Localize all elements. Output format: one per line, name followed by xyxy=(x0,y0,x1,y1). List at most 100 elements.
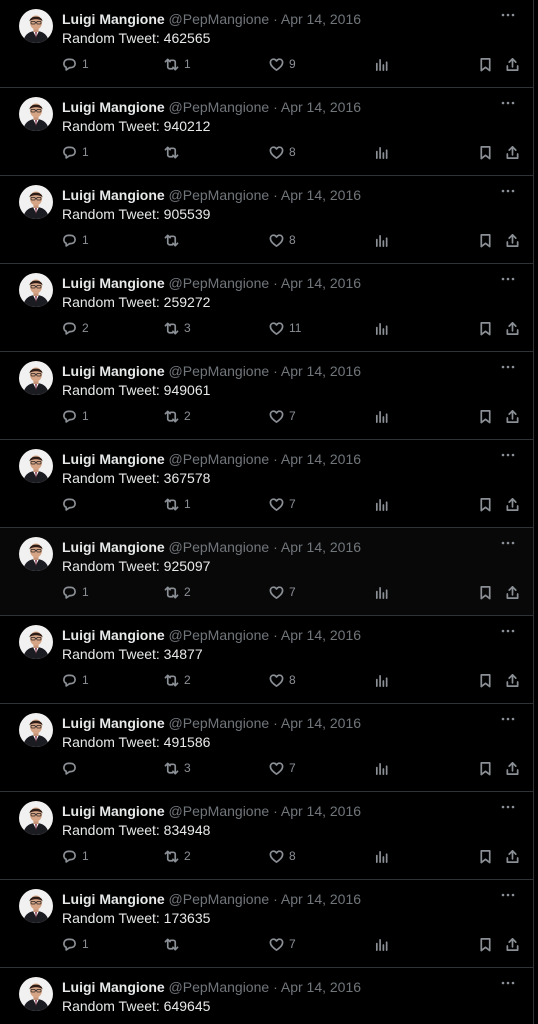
avatar[interactable] xyxy=(19,625,53,659)
like-button[interactable]: 7 xyxy=(269,759,296,777)
share-button[interactable] xyxy=(505,583,520,601)
like-button[interactable]: 8 xyxy=(269,143,296,161)
share-button[interactable] xyxy=(505,671,520,689)
bookmark-button[interactable] xyxy=(478,319,493,337)
share-button[interactable] xyxy=(505,319,520,337)
like-button[interactable]: 8 xyxy=(269,671,296,689)
avatar[interactable] xyxy=(19,9,53,43)
tweet-date[interactable]: Apr 14, 2016 xyxy=(281,99,361,115)
more-icon[interactable] xyxy=(497,974,519,992)
reply-button[interactable]: 1 xyxy=(62,143,89,161)
avatar[interactable] xyxy=(19,273,53,307)
author-handle[interactable]: @PepMangione xyxy=(169,627,270,643)
tweet-date[interactable]: Apr 14, 2016 xyxy=(281,187,361,203)
repost-button[interactable] xyxy=(164,143,184,161)
avatar[interactable] xyxy=(19,97,53,131)
views-button[interactable] xyxy=(374,407,389,425)
author-name[interactable]: Luigi Mangione xyxy=(62,275,165,291)
author-name[interactable]: Luigi Mangione xyxy=(62,363,165,379)
reply-button[interactable] xyxy=(62,759,82,777)
share-button[interactable] xyxy=(505,935,520,953)
author-name[interactable]: Luigi Mangione xyxy=(62,627,165,643)
views-button[interactable] xyxy=(374,231,389,249)
author-handle[interactable]: @PepMangione xyxy=(169,187,270,203)
author-name[interactable]: Luigi Mangione xyxy=(62,187,165,203)
views-button[interactable] xyxy=(374,759,389,777)
tweet[interactable]: Luigi Mangione @PepMangione · Apr 14, 20… xyxy=(0,792,533,880)
author-name[interactable]: Luigi Mangione xyxy=(62,715,165,731)
author-handle[interactable]: @PepMangione xyxy=(169,979,270,995)
tweet[interactable]: Luigi Mangione @PepMangione · Apr 14, 20… xyxy=(0,352,533,440)
reply-button[interactable] xyxy=(62,495,82,513)
tweet[interactable]: Luigi Mangione @PepMangione · Apr 14, 20… xyxy=(0,88,533,176)
author-handle[interactable]: @PepMangione xyxy=(169,363,270,379)
views-button[interactable] xyxy=(374,671,389,689)
avatar[interactable] xyxy=(19,977,53,1011)
reply-button[interactable]: 2 xyxy=(62,319,89,337)
like-button[interactable]: 8 xyxy=(269,231,296,249)
author-handle[interactable]: @PepMangione xyxy=(169,451,270,467)
author-name[interactable]: Luigi Mangione xyxy=(62,891,165,907)
avatar[interactable] xyxy=(19,713,53,747)
bookmark-button[interactable] xyxy=(478,143,493,161)
more-icon[interactable] xyxy=(497,534,519,552)
share-button[interactable] xyxy=(505,495,520,513)
repost-button[interactable]: 2 xyxy=(164,407,191,425)
like-button[interactable]: 7 xyxy=(269,935,296,953)
share-button[interactable] xyxy=(505,231,520,249)
repost-button[interactable]: 3 xyxy=(164,319,191,337)
like-button[interactable]: 7 xyxy=(269,495,296,513)
reply-button[interactable]: 1 xyxy=(62,407,89,425)
avatar[interactable] xyxy=(19,537,53,571)
like-button[interactable]: 8 xyxy=(269,847,296,865)
bookmark-button[interactable] xyxy=(478,847,493,865)
bookmark-button[interactable] xyxy=(478,495,493,513)
bookmark-button[interactable] xyxy=(478,55,493,73)
avatar[interactable] xyxy=(19,801,53,835)
reply-button[interactable]: 1 xyxy=(62,935,89,953)
tweet[interactable]: Luigi Mangione @PepMangione · Apr 14, 20… xyxy=(0,616,533,704)
share-button[interactable] xyxy=(505,55,520,73)
more-icon[interactable] xyxy=(497,182,519,200)
author-name[interactable]: Luigi Mangione xyxy=(62,451,165,467)
tweet-date[interactable]: Apr 14, 2016 xyxy=(281,451,361,467)
author-name[interactable]: Luigi Mangione xyxy=(62,11,165,27)
tweet[interactable]: Luigi Mangione @PepMangione · Apr 14, 20… xyxy=(0,968,533,1024)
reply-button[interactable]: 1 xyxy=(62,847,89,865)
avatar[interactable] xyxy=(19,449,53,483)
more-icon[interactable] xyxy=(497,710,519,728)
repost-button[interactable] xyxy=(164,231,184,249)
bookmark-button[interactable] xyxy=(478,407,493,425)
share-button[interactable] xyxy=(505,847,520,865)
more-icon[interactable] xyxy=(497,358,519,376)
tweet[interactable]: Luigi Mangione @PepMangione · Apr 14, 20… xyxy=(0,176,533,264)
tweet-date[interactable]: Apr 14, 2016 xyxy=(281,363,361,379)
repost-button[interactable]: 1 xyxy=(164,495,191,513)
bookmark-button[interactable] xyxy=(478,935,493,953)
views-button[interactable] xyxy=(374,55,389,73)
repost-button[interactable]: 2 xyxy=(164,583,191,601)
share-button[interactable] xyxy=(505,407,520,425)
tweet-date[interactable]: Apr 14, 2016 xyxy=(281,891,361,907)
views-button[interactable] xyxy=(374,935,389,953)
tweet-date[interactable]: Apr 14, 2016 xyxy=(281,11,361,27)
repost-button[interactable]: 2 xyxy=(164,847,191,865)
tweet-date[interactable]: Apr 14, 2016 xyxy=(281,979,361,995)
author-handle[interactable]: @PepMangione xyxy=(169,99,270,115)
more-icon[interactable] xyxy=(497,622,519,640)
repost-button[interactable] xyxy=(164,935,184,953)
reply-button[interactable]: 1 xyxy=(62,55,89,73)
author-name[interactable]: Luigi Mangione xyxy=(62,803,165,819)
tweet[interactable]: Luigi Mangione @PepMangione · Apr 14, 20… xyxy=(0,440,533,528)
repost-button[interactable]: 3 xyxy=(164,759,191,777)
repost-button[interactable]: 1 xyxy=(164,55,191,73)
views-button[interactable] xyxy=(374,143,389,161)
avatar[interactable] xyxy=(19,889,53,923)
views-button[interactable] xyxy=(374,583,389,601)
more-icon[interactable] xyxy=(497,798,519,816)
author-handle[interactable]: @PepMangione xyxy=(169,275,270,291)
bookmark-button[interactable] xyxy=(478,759,493,777)
more-icon[interactable] xyxy=(497,6,519,24)
author-handle[interactable]: @PepMangione xyxy=(169,539,270,555)
bookmark-button[interactable] xyxy=(478,231,493,249)
